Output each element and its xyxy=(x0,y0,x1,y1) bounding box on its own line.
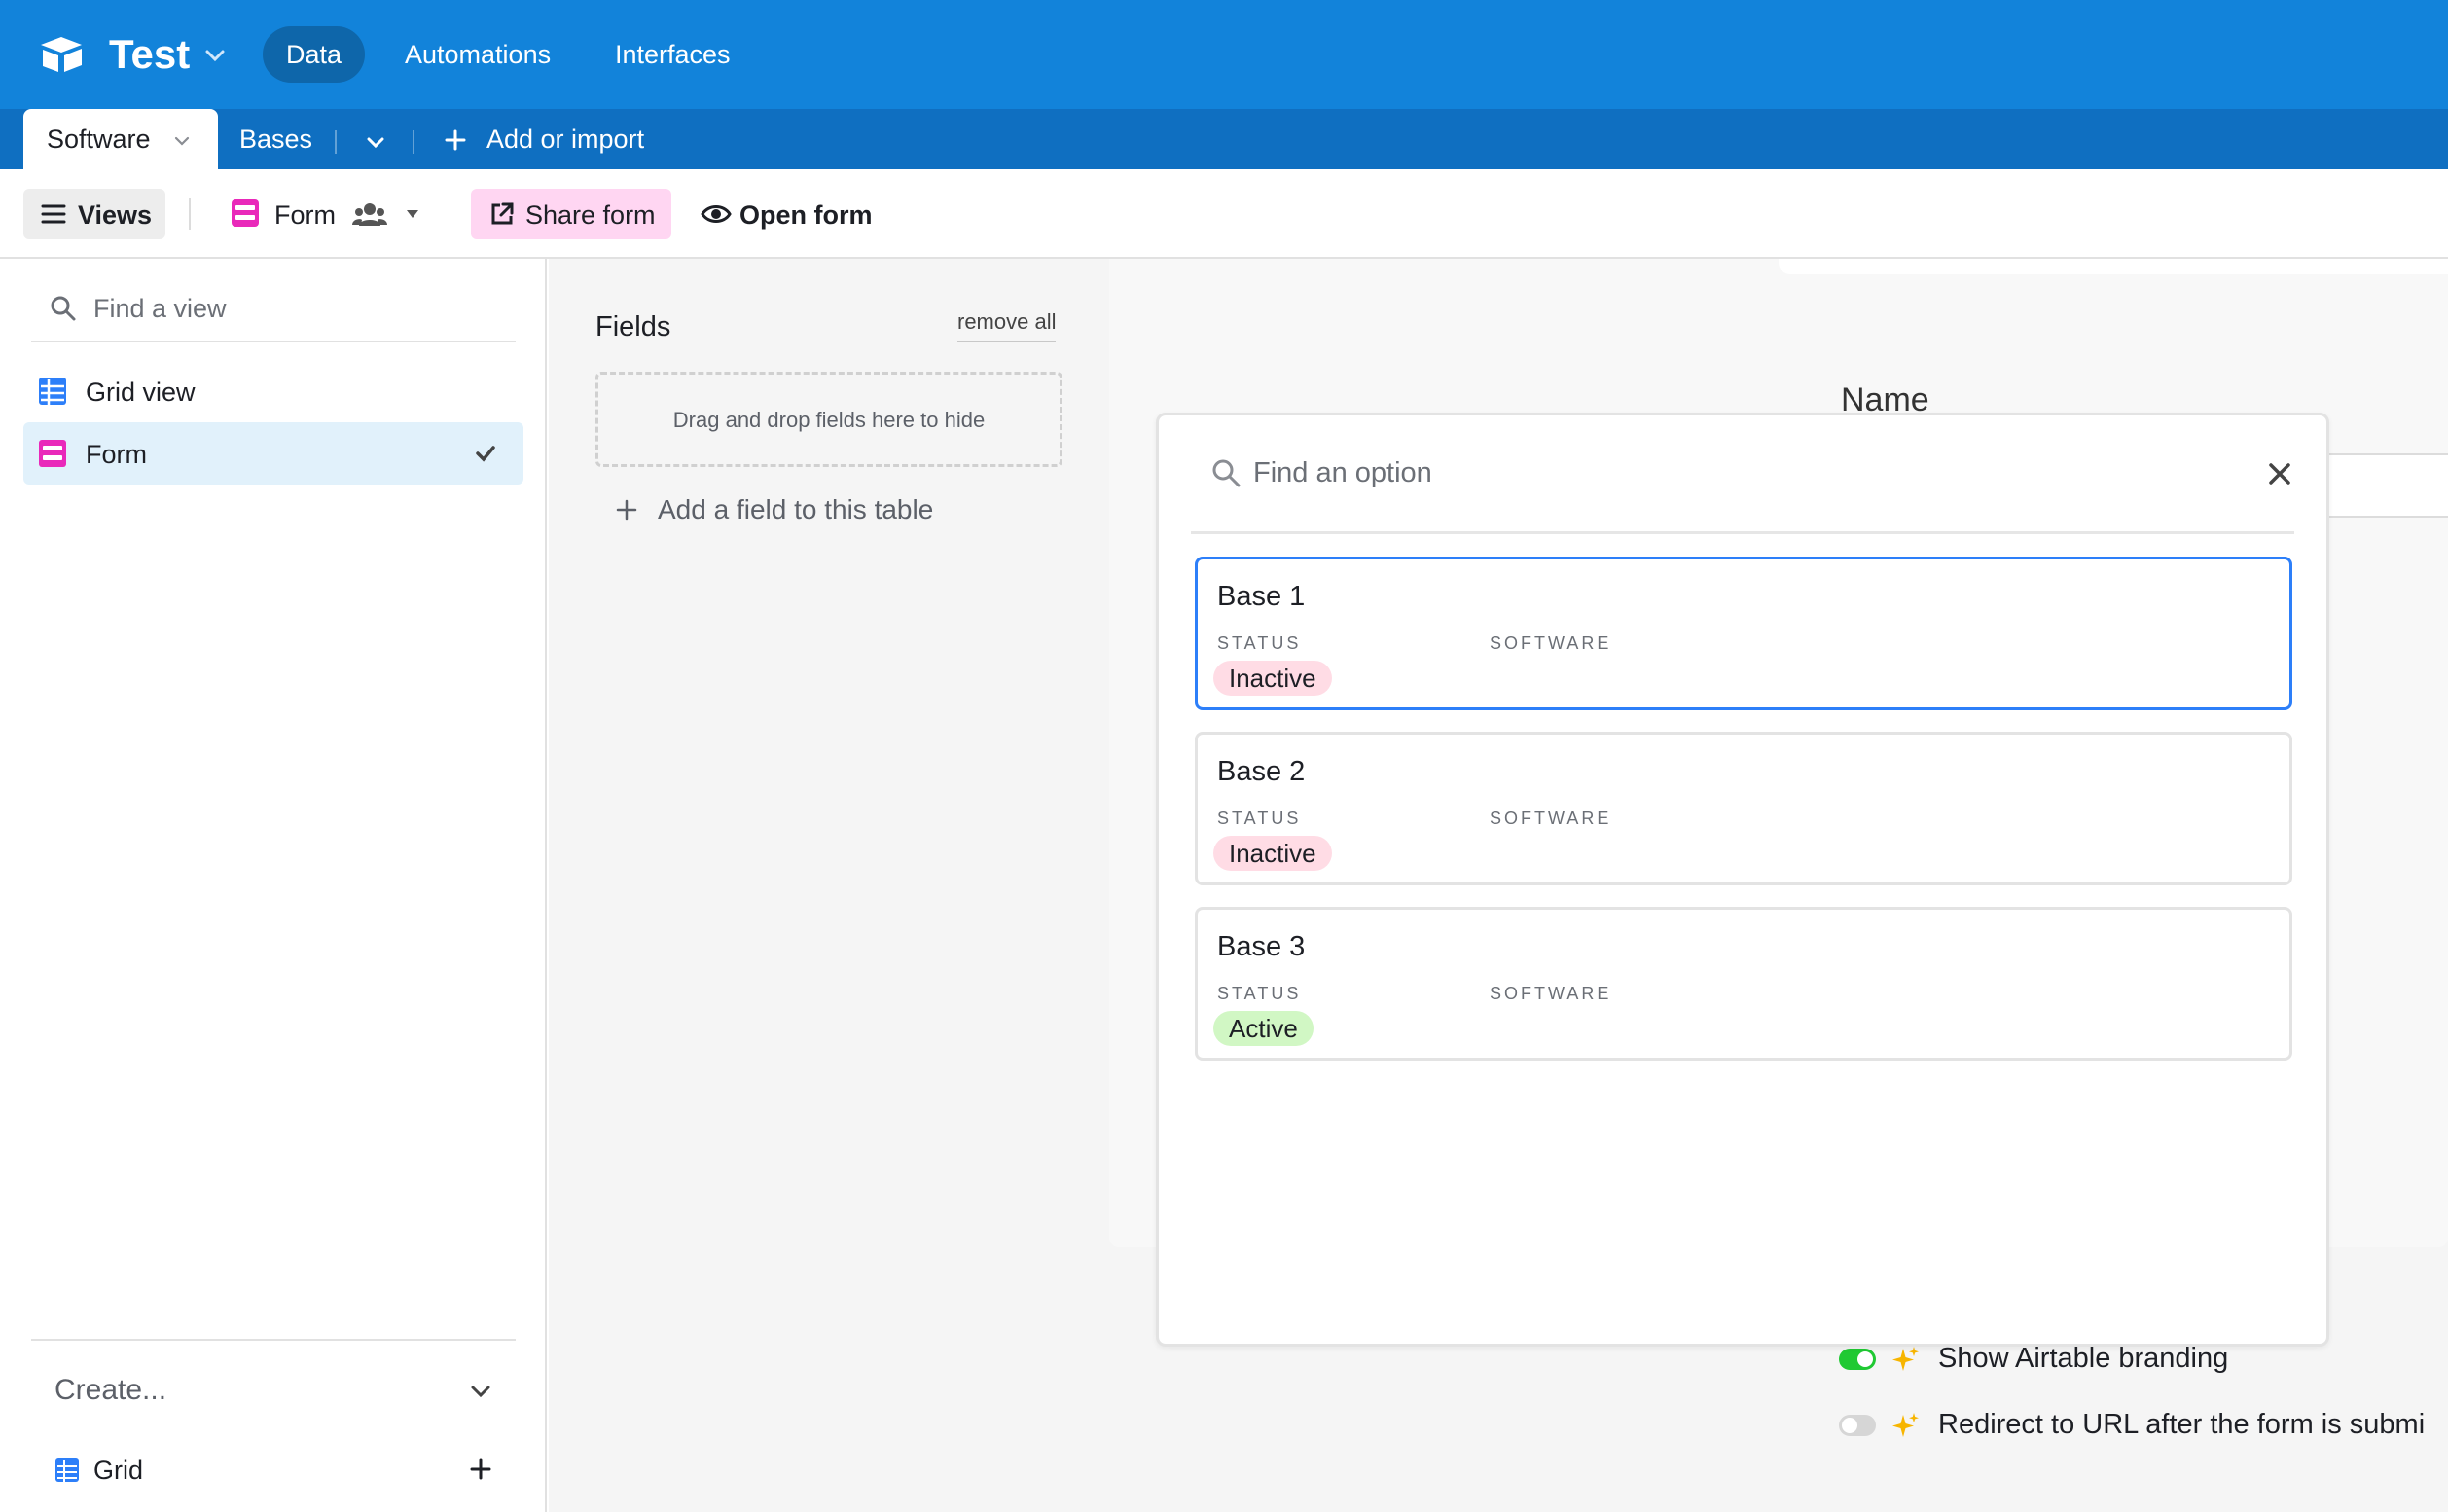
option-title: Base 2 xyxy=(1217,756,1306,787)
tab-software-label: Software xyxy=(47,125,151,154)
eye-icon xyxy=(701,205,732,223)
create-grid-item[interactable]: Grid xyxy=(93,1456,143,1486)
drop-zone-hint: Drag and drop fields here to hide xyxy=(672,408,986,432)
sidebar-item-form[interactable]: Form xyxy=(23,422,523,485)
form-header-edge xyxy=(1779,259,2448,274)
tab-bases[interactable]: Bases xyxy=(239,125,312,155)
software-field-label: SOFTWARE xyxy=(1490,809,1612,828)
tab-divider xyxy=(413,130,414,154)
grid-icon xyxy=(39,378,66,405)
redirect-url-label: Redirect to URL after the form is submi xyxy=(1938,1409,2426,1440)
option-card-base-1[interactable]: Base 1 STATUS SOFTWARE Inactive xyxy=(1195,557,2292,710)
status-field-label: STATUS xyxy=(1217,984,1302,1003)
status-badge: Inactive xyxy=(1213,661,1332,696)
app-header xyxy=(0,0,2448,109)
search-underline xyxy=(1191,531,2294,534)
find-option-input[interactable]: Find an option xyxy=(1253,457,1432,489)
toolbar-divider xyxy=(189,198,191,230)
toggle-knob xyxy=(1842,1418,1857,1433)
status-badge: Active xyxy=(1213,1011,1314,1046)
base-name[interactable]: Test xyxy=(109,27,190,82)
form-icon xyxy=(39,440,66,467)
add-or-import-button[interactable]: Add or import xyxy=(486,125,644,155)
search-icon xyxy=(1212,459,1241,487)
share-form-label: Share form xyxy=(525,200,656,230)
airtable-logo-icon[interactable] xyxy=(39,35,84,74)
toggle-knob xyxy=(1857,1351,1873,1367)
option-card-base-3[interactable]: Base 3 STATUS SOFTWARE Active xyxy=(1195,907,2292,1061)
sparkle-icon xyxy=(1892,1347,1919,1371)
share-external-icon xyxy=(491,202,514,225)
chevron-down-icon[interactable] xyxy=(171,130,193,152)
tab-software[interactable]: Software xyxy=(23,109,218,169)
name-field-input[interactable] xyxy=(2325,453,2448,518)
close-icon[interactable] xyxy=(2265,459,2294,488)
add-field-button[interactable]: Add a field to this table xyxy=(658,494,933,525)
sidebar-item-grid-view[interactable]: Grid view xyxy=(23,360,523,422)
remove-all-link[interactable]: remove all xyxy=(957,309,1057,342)
status-field-label: STATUS xyxy=(1217,633,1302,653)
redirect-toggle[interactable] xyxy=(1839,1415,1876,1436)
software-field-label: SOFTWARE xyxy=(1490,984,1612,1003)
grid-icon xyxy=(55,1458,79,1482)
show-branding-label: Show Airtable branding xyxy=(1938,1343,2229,1374)
sidebar-item-label: Grid view xyxy=(86,378,196,407)
form-view-icon xyxy=(232,199,259,227)
plus-icon xyxy=(616,499,637,521)
search-icon xyxy=(51,296,76,321)
nav-data-tab[interactable]: Data xyxy=(263,26,366,83)
plus-icon[interactable] xyxy=(442,126,469,154)
plus-icon[interactable] xyxy=(469,1458,492,1481)
find-view-input[interactable]: Find a view xyxy=(93,294,227,324)
hamburger-icon xyxy=(41,204,66,224)
software-field-label: SOFTWARE xyxy=(1490,633,1612,653)
nav-automations-tab[interactable]: Automations xyxy=(381,26,574,83)
option-card-base-2[interactable]: Base 2 STATUS SOFTWARE Inactive xyxy=(1195,732,2292,885)
status-field-label: STATUS xyxy=(1217,809,1302,828)
search-underline xyxy=(31,341,516,342)
sparkle-icon xyxy=(1892,1413,1919,1437)
sidebar-item-label: Form xyxy=(86,440,147,469)
chevron-down-icon[interactable] xyxy=(202,43,228,68)
current-view-name[interactable]: Form xyxy=(274,200,336,231)
branding-toggle[interactable] xyxy=(1839,1349,1876,1370)
option-title: Base 1 xyxy=(1217,581,1306,612)
collaborators-icon xyxy=(352,203,387,226)
nav-interfaces-tab[interactable]: Interfaces xyxy=(592,26,754,83)
hide-fields-drop-zone[interactable]: Drag and drop fields here to hide xyxy=(595,372,1062,467)
option-title: Base 3 xyxy=(1217,931,1306,962)
create-section-toggle[interactable]: Create... xyxy=(54,1374,166,1407)
open-form-button[interactable]: Open form xyxy=(739,200,873,231)
chevron-down-icon[interactable] xyxy=(467,1378,494,1405)
all-tables-chevron-icon[interactable] xyxy=(362,128,389,156)
tab-divider xyxy=(335,130,337,154)
checkmark-icon xyxy=(476,446,495,462)
views-label: Views xyxy=(78,200,153,230)
sidebar-divider xyxy=(31,1339,516,1341)
status-badge: Inactive xyxy=(1213,836,1332,871)
fields-panel-title: Fields xyxy=(595,311,671,342)
caret-down-icon[interactable] xyxy=(403,206,422,222)
